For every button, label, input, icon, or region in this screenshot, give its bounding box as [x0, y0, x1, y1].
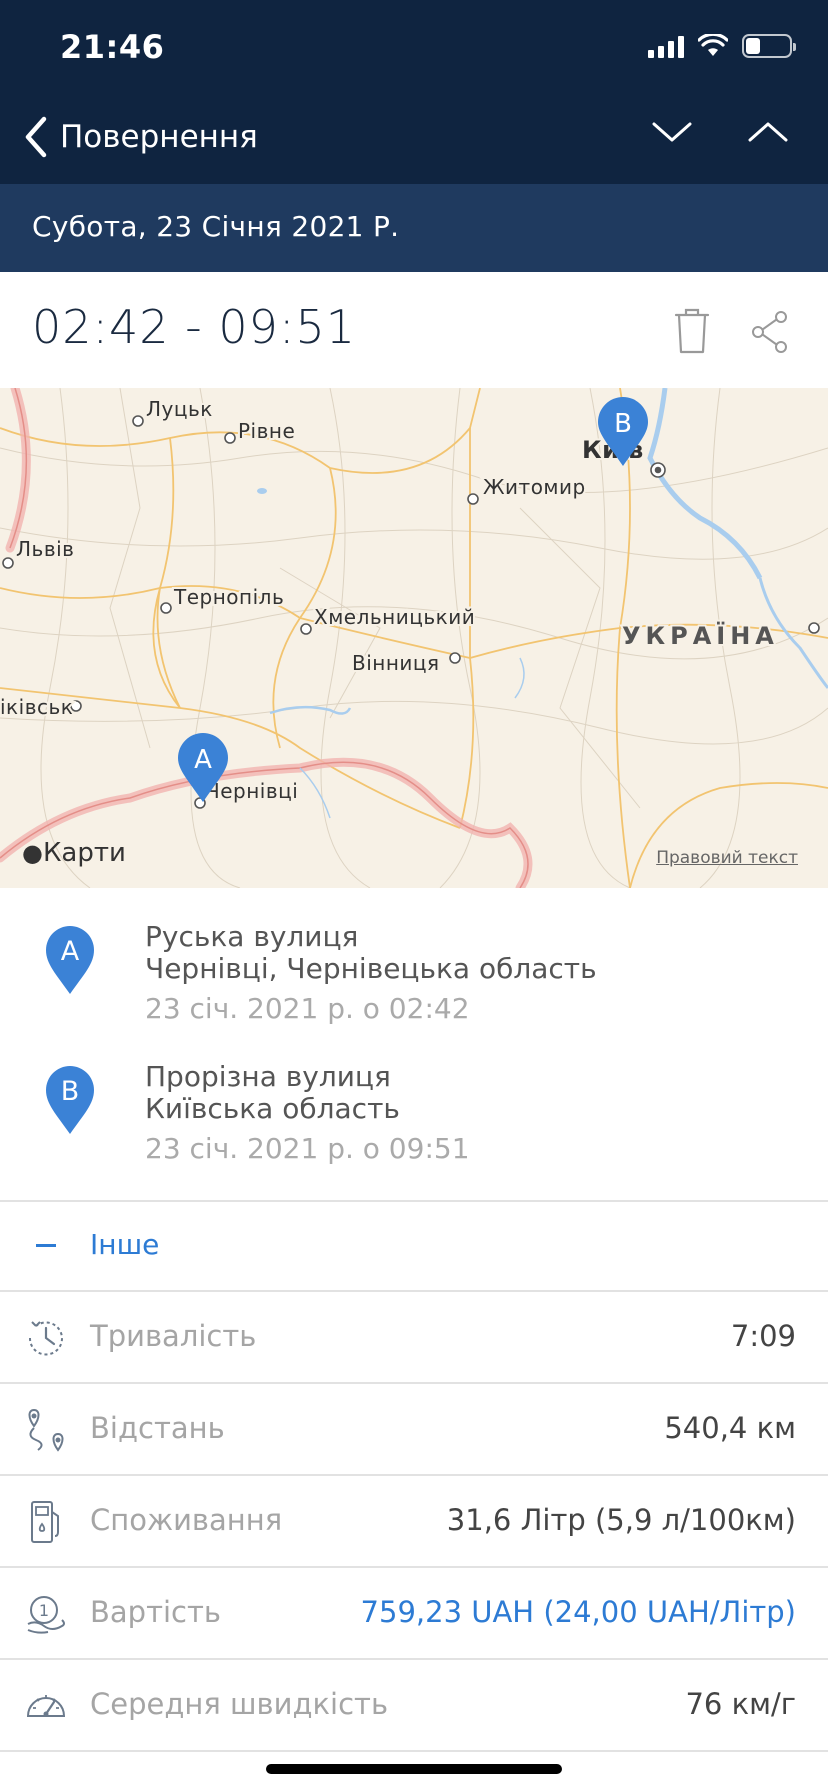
city-khmelnytskyi: Хмельницький [314, 605, 475, 629]
stop-a[interactable]: A Руська вулиця Чернівці, Чернівецька об… [0, 888, 828, 1025]
pin-b-icon: B [46, 1066, 94, 1134]
stop-region: Чернівці, Чернівецька область [145, 952, 597, 985]
clock-icon [28, 1321, 63, 1356]
stop-region: Київська область [145, 1092, 400, 1125]
minus-icon [36, 1244, 56, 1247]
legal-link[interactable]: Правовий текст [656, 848, 798, 868]
trip-date: Субота, 23 Січня 2021 Р. [32, 210, 400, 243]
svg-text:B: B [614, 409, 632, 439]
city-lviv: Львів [16, 537, 74, 561]
cellular-signal-icon [648, 34, 684, 58]
stat-label: Тривалість [90, 1319, 257, 1353]
stat-row-distance: Відстань 540,4 км [0, 1384, 828, 1474]
nav-arrows [652, 120, 788, 144]
city-ternopil: Тернопіль [173, 585, 284, 609]
stat-value: 7:09 [730, 1319, 796, 1353]
route-icon [28, 1408, 64, 1452]
stop-street: Прорізна вулиця [145, 1060, 391, 1093]
stop-time: 23 січ. 2021 р. о 02:42 [145, 992, 470, 1025]
maps-brand: ●Карти [22, 838, 126, 868]
map-pin-a[interactable]: A [176, 732, 230, 804]
svg-text:B: B [61, 1076, 80, 1107]
trip-stops: A Руська вулиця Чернівці, Чернівецька об… [0, 888, 828, 1200]
chevron-left-icon [25, 116, 47, 158]
trip-time-range: 02:42 - 09:51 [32, 300, 356, 354]
stat-row-duration: Тривалість 7:09 [0, 1292, 828, 1382]
app-header: 21:46 Повернення [0, 0, 828, 184]
stop-time: 23 січ. 2021 р. о 09:51 [145, 1132, 470, 1165]
city-ivano-frankivsk: іківськ [0, 695, 73, 719]
map-pin-b[interactable]: B [596, 396, 650, 468]
country-label: УКРАЇНА [622, 621, 779, 650]
stat-value: 540,4 км [664, 1411, 796, 1445]
status-time: 21:46 [60, 28, 165, 66]
stat-value: 76 км/г [685, 1687, 796, 1721]
route-map[interactable]: Луцьк Рівне Київ Житомир Львів Тернопіль… [0, 388, 828, 888]
battery-icon [742, 34, 796, 58]
stat-row-cost: 1 Вартість 759,23 UAH (24,00 UAH/Літр) [0, 1568, 828, 1658]
chevron-up-icon[interactable] [748, 120, 788, 144]
cost-icon: 1 [27, 1596, 65, 1634]
city-zhytomyr: Житомир [483, 475, 586, 499]
stat-value: 31,6 Літр (5,9 л/100км) [446, 1503, 796, 1537]
pin-a-icon: A [46, 926, 94, 994]
svg-text:A: A [61, 936, 80, 967]
trip-time-row: 02:42 - 09:51 [0, 272, 828, 388]
other-toggle[interactable]: Інше [0, 1202, 828, 1290]
fuel-icon [31, 1501, 59, 1543]
stat-row-consumption: Споживання 31,6 Літр (5,9 л/100км) [0, 1476, 828, 1566]
speedometer-icon [26, 1695, 66, 1717]
share-icon[interactable] [750, 310, 790, 354]
stat-row-average-speed: Середня швидкість 76 км/г [0, 1660, 828, 1750]
divider [0, 1750, 828, 1752]
chevron-down-icon[interactable] [652, 120, 692, 144]
status-icons [648, 34, 796, 58]
stat-label: Середня швидкість [90, 1687, 389, 1721]
stat-value[interactable]: 759,23 UAH (24,00 UAH/Літр) [361, 1595, 796, 1629]
date-bar: Субота, 23 Січня 2021 Р. [0, 184, 828, 272]
city-lutsk: Луцьк [146, 397, 213, 421]
other-label: Інше [90, 1228, 160, 1261]
stat-label: Вартість [90, 1595, 221, 1629]
apple-logo-icon: ● [22, 839, 43, 867]
stat-label: Відстань [90, 1411, 225, 1445]
stop-street: Руська вулиця [145, 920, 359, 953]
back-button[interactable]: Повернення [22, 116, 258, 158]
trash-icon[interactable] [672, 306, 712, 356]
home-indicator[interactable] [266, 1764, 562, 1774]
stop-b[interactable]: B Прорізна вулиця Київська область 23 сі… [0, 1028, 828, 1165]
city-vinnytsia: Вінниця [352, 651, 440, 675]
city-rivne: Рівне [238, 419, 295, 443]
stat-label: Споживання [90, 1503, 283, 1537]
back-label: Повернення [60, 119, 258, 155]
svg-text:1: 1 [39, 1601, 49, 1620]
wifi-icon [698, 34, 728, 56]
city-markers: Луцьк Рівне Київ Житомир Львів Тернопіль… [0, 395, 820, 809]
svg-text:A: A [194, 745, 212, 775]
